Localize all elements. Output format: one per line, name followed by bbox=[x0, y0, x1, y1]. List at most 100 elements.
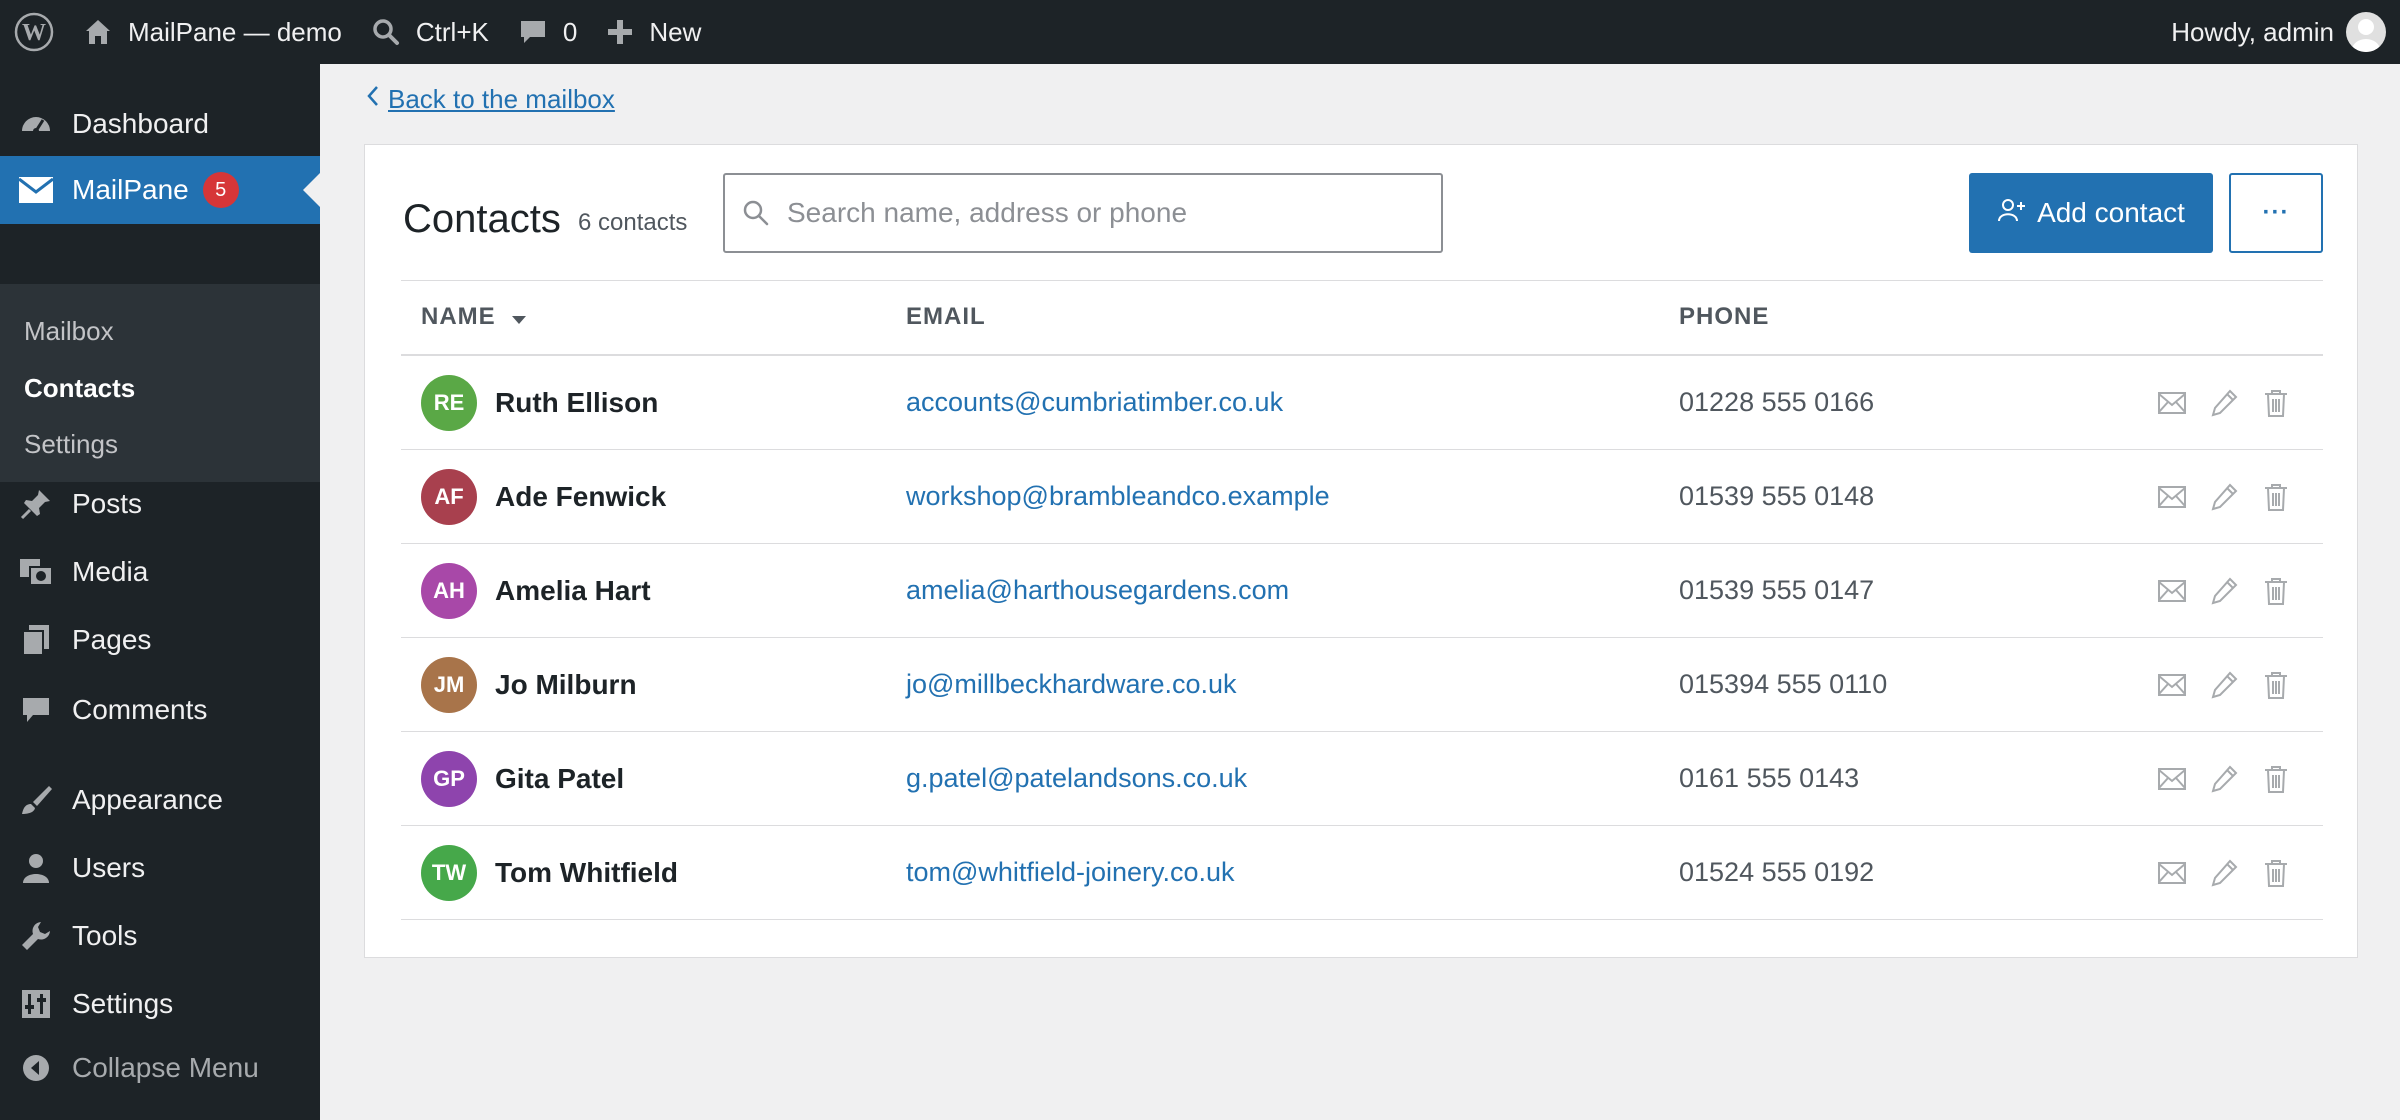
contact-phone: 0161 555 0143 bbox=[1679, 763, 1860, 793]
svg-text:W: W bbox=[22, 20, 46, 46]
contact-email[interactable]: tom@whitfield-joinery.co.uk bbox=[906, 826, 1235, 919]
trash-icon[interactable] bbox=[2261, 388, 2291, 418]
contact-email[interactable]: accounts@cumbriatimber.co.uk bbox=[906, 356, 1283, 449]
new-content-button[interactable]: New bbox=[591, 0, 715, 64]
account-menu[interactable]: Howdy, admin bbox=[2157, 0, 2400, 64]
sidebar-item-tools[interactable]: Tools bbox=[0, 902, 320, 970]
sidebar-item-label: Settings bbox=[72, 988, 174, 1019]
current-menu-arrow bbox=[303, 173, 320, 207]
sidebar-item-label: Collapse Menu bbox=[72, 1052, 259, 1083]
row-actions bbox=[2157, 638, 2291, 731]
comment-bubble-icon bbox=[0, 694, 72, 726]
pencil-icon[interactable] bbox=[2209, 764, 2239, 794]
contact-email[interactable]: jo@millbeckhardware.co.uk bbox=[906, 638, 1237, 731]
more-actions-button[interactable]: ··· bbox=[2229, 173, 2323, 253]
column-label: NAME bbox=[421, 303, 496, 330]
contact-phone: 01228 555 0166 bbox=[1679, 387, 1875, 417]
add-contact-label: Add contact bbox=[2037, 197, 2185, 228]
envelope-icon[interactable] bbox=[2157, 482, 2187, 512]
sidebar-item-comments[interactable]: Comments bbox=[0, 676, 320, 744]
contact-name[interactable]: Gita Patel bbox=[495, 763, 624, 795]
envelope-icon[interactable] bbox=[2157, 670, 2187, 700]
trash-icon[interactable] bbox=[2261, 764, 2291, 794]
comments-link[interactable]: 0 bbox=[503, 0, 591, 64]
trash-icon[interactable] bbox=[2261, 482, 2291, 512]
sidebar-item-media[interactable]: Media bbox=[0, 538, 320, 606]
trash-icon[interactable] bbox=[2261, 576, 2291, 606]
mailpane-submenu: Mailbox Contacts Settings bbox=[0, 284, 320, 482]
search-icon bbox=[741, 198, 771, 228]
contacts-count: 6 contacts bbox=[578, 209, 688, 236]
pushpin-icon bbox=[0, 487, 72, 521]
envelope-icon[interactable] bbox=[2157, 388, 2187, 418]
wordpress-logo-icon[interactable]: W bbox=[0, 0, 68, 64]
row-actions bbox=[2157, 356, 2291, 449]
trash-icon[interactable] bbox=[2261, 670, 2291, 700]
sidebar-item-dashboard[interactable]: Dashboard bbox=[0, 90, 320, 158]
submenu-item-settings[interactable]: Settings bbox=[24, 429, 118, 460]
trash-icon[interactable] bbox=[2261, 858, 2291, 888]
contact-email[interactable]: workshop@brambleandco.example bbox=[906, 450, 1330, 543]
back-to-mailbox-link[interactable]: Back to the mailbox bbox=[366, 84, 615, 115]
pages-icon bbox=[0, 623, 72, 657]
table-body: RE Ruth Ellison accounts@cumbriatimber.c… bbox=[401, 356, 2323, 920]
row-actions bbox=[2157, 826, 2291, 919]
contact-avatar: RE bbox=[421, 374, 477, 431]
contact-avatar: JM bbox=[421, 656, 477, 713]
contact-name[interactable]: Ade Fenwick bbox=[495, 481, 666, 513]
sidebar-item-label: MailPane bbox=[72, 174, 189, 205]
column-header-email[interactable]: EMAIL bbox=[906, 303, 986, 331]
site-name-link[interactable]: MailPane — demo bbox=[68, 0, 356, 64]
greeting: Howdy, admin bbox=[2171, 16, 2334, 47]
user-icon bbox=[0, 851, 72, 885]
envelope-icon[interactable] bbox=[2157, 858, 2187, 888]
sidebar-item-posts[interactable]: Posts bbox=[0, 470, 320, 538]
pencil-icon[interactable] bbox=[2209, 670, 2239, 700]
name-cell: GP Gita Patel bbox=[421, 732, 624, 825]
wrench-icon bbox=[0, 919, 72, 953]
sidebar-item-mailpane[interactable]: MailPane 5 bbox=[0, 156, 320, 224]
pencil-icon[interactable] bbox=[2209, 482, 2239, 512]
pencil-icon[interactable] bbox=[2209, 858, 2239, 888]
envelope-icon[interactable] bbox=[2157, 576, 2187, 606]
command-search-button[interactable]: Ctrl+K bbox=[356, 0, 503, 64]
table-row: JM Jo Milburn jo@millbeckhardware.co.uk … bbox=[401, 638, 2323, 732]
sidebar-item-label: Dashboard bbox=[72, 108, 209, 139]
row-actions bbox=[2157, 450, 2291, 543]
contact-phone: 01539 555 0147 bbox=[1679, 575, 1875, 605]
contact-name[interactable]: Ruth Ellison bbox=[495, 387, 658, 419]
envelope-icon bbox=[0, 176, 72, 204]
table-row: GP Gita Patel g.patel@patelandsons.co.uk… bbox=[401, 732, 2323, 826]
contact-avatar: AF bbox=[421, 468, 477, 525]
collapse-menu-button[interactable]: Collapse Menu bbox=[0, 1034, 320, 1102]
pencil-icon[interactable] bbox=[2209, 388, 2239, 418]
contact-email[interactable]: amelia@harthousegardens.com bbox=[906, 544, 1289, 637]
contact-name[interactable]: Jo Milburn bbox=[495, 669, 637, 701]
search-box[interactable] bbox=[723, 173, 1443, 253]
table-row: TW Tom Whitfield tom@whitfield-joinery.c… bbox=[401, 826, 2323, 920]
table-row: RE Ruth Ellison accounts@cumbriatimber.c… bbox=[401, 356, 2323, 450]
add-contact-button[interactable]: Add contact bbox=[1969, 173, 2213, 253]
row-actions bbox=[2157, 732, 2291, 825]
pencil-icon[interactable] bbox=[2209, 576, 2239, 606]
sidebar-item-appearance[interactable]: Appearance bbox=[0, 766, 320, 834]
contact-name[interactable]: Amelia Hart bbox=[495, 575, 651, 607]
sidebar-item-label: Posts bbox=[72, 488, 143, 519]
name-cell: RE Ruth Ellison bbox=[421, 356, 658, 449]
dashboard-gauge-icon bbox=[0, 107, 72, 141]
plus-icon bbox=[605, 17, 635, 47]
envelope-icon[interactable] bbox=[2157, 764, 2187, 794]
submenu-item-contacts[interactable]: Contacts bbox=[24, 373, 135, 404]
sidebar-item-settings[interactable]: Settings bbox=[0, 970, 320, 1038]
column-header-name[interactable]: NAME bbox=[421, 303, 527, 332]
contact-email[interactable]: g.patel@patelandsons.co.uk bbox=[906, 732, 1247, 825]
contact-name[interactable]: Tom Whitfield bbox=[495, 857, 678, 889]
column-header-phone[interactable]: PHONE bbox=[1679, 303, 1769, 331]
submenu-item-mailbox[interactable]: Mailbox bbox=[24, 316, 114, 347]
sidebar-item-label: Media bbox=[72, 556, 149, 587]
contact-avatar: GP bbox=[421, 750, 477, 807]
sidebar-item-pages[interactable]: Pages bbox=[0, 606, 320, 674]
search-input[interactable] bbox=[787, 197, 1407, 229]
sidebar-item-users[interactable]: Users bbox=[0, 834, 320, 902]
admin-bar: W MailPane — demo Ctrl+K 0 New Howdy, ad… bbox=[0, 0, 2400, 64]
